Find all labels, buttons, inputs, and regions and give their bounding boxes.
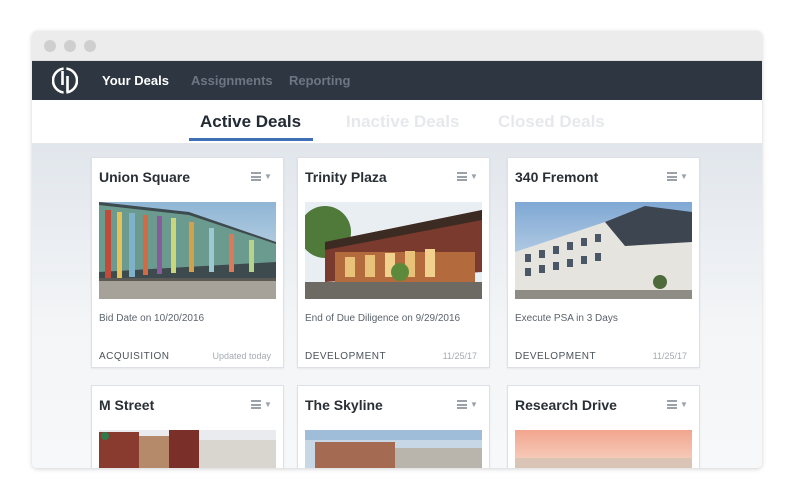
deal-card[interactable]: Union Square ▼ Bid Date on 10/20/2016 AC…	[91, 157, 284, 368]
deal-photo	[515, 430, 692, 468]
deal-title: Trinity Plaza	[305, 169, 387, 185]
card-menu-icon[interactable]: ▼	[667, 171, 689, 183]
deal-card[interactable]: M Street ▼	[91, 385, 284, 468]
tab-inactive-deals[interactable]: Inactive Deals	[346, 112, 459, 132]
deal-type: DEVELOPMENT	[515, 351, 597, 362]
deal-photo	[99, 430, 276, 468]
card-menu-icon[interactable]: ▼	[457, 171, 479, 183]
tab-active-deals[interactable]: Active Deals	[200, 112, 301, 132]
deal-title: M Street	[99, 397, 155, 413]
deal-title: The Skyline	[305, 397, 383, 413]
window-maximize-dot[interactable]	[84, 40, 96, 52]
window-minimize-dot[interactable]	[64, 40, 76, 52]
tab-closed-deals[interactable]: Closed Deals	[498, 112, 605, 132]
nav-reporting[interactable]: Reporting	[289, 73, 350, 88]
card-menu-icon[interactable]: ▼	[251, 171, 273, 183]
card-menu-icon[interactable]: ▼	[457, 399, 479, 411]
deal-title: Research Drive	[515, 397, 617, 413]
active-tab-indicator	[189, 138, 313, 141]
deal-card[interactable]: Research Drive ▼	[507, 385, 700, 468]
browser-window: Your Deals Assignments Reporting Active …	[32, 31, 762, 468]
top-nav: Your Deals Assignments Reporting	[32, 61, 762, 100]
deal-photo	[99, 202, 276, 299]
deal-status: Bid Date on 10/20/2016	[99, 313, 205, 324]
window-close-dot[interactable]	[44, 40, 56, 52]
deal-photo	[305, 430, 482, 468]
card-menu-icon[interactable]: ▼	[667, 399, 689, 411]
deal-updated: 11/25/17	[652, 351, 687, 361]
window-chrome	[32, 31, 762, 61]
deal-type: ACQUISITION	[99, 351, 170, 362]
deal-card[interactable]: 340 Fremont ▼ Execute PSA in 3 Days DEVE…	[507, 157, 700, 368]
deal-photo	[515, 202, 692, 299]
deal-type: DEVELOPMENT	[305, 351, 387, 362]
deal-updated: 11/25/17	[442, 351, 477, 361]
deals-grid: Union Square ▼ Bid Date on 10/20/2016 AC…	[32, 144, 762, 468]
deal-photo	[305, 202, 482, 299]
deal-card[interactable]: The Skyline ▼	[297, 385, 490, 468]
deal-status: End of Due Diligence on 9/29/2016	[305, 313, 461, 324]
deal-card[interactable]: Trinity Plaza ▼ End of Due Diligence on …	[297, 157, 490, 368]
deal-title: Union Square	[99, 169, 191, 185]
nav-your-deals[interactable]: Your Deals	[102, 73, 169, 88]
card-menu-icon[interactable]: ▼	[251, 399, 273, 411]
deal-updated: Updated today	[212, 351, 271, 361]
deal-tabs: Active Deals Inactive Deals Closed Deals	[32, 100, 762, 144]
nav-assignments[interactable]: Assignments	[191, 73, 273, 88]
deal-status: Execute PSA in 3 Days	[515, 313, 618, 324]
deal-title: 340 Fremont	[515, 169, 599, 185]
dp-logo-icon[interactable]	[52, 67, 78, 94]
